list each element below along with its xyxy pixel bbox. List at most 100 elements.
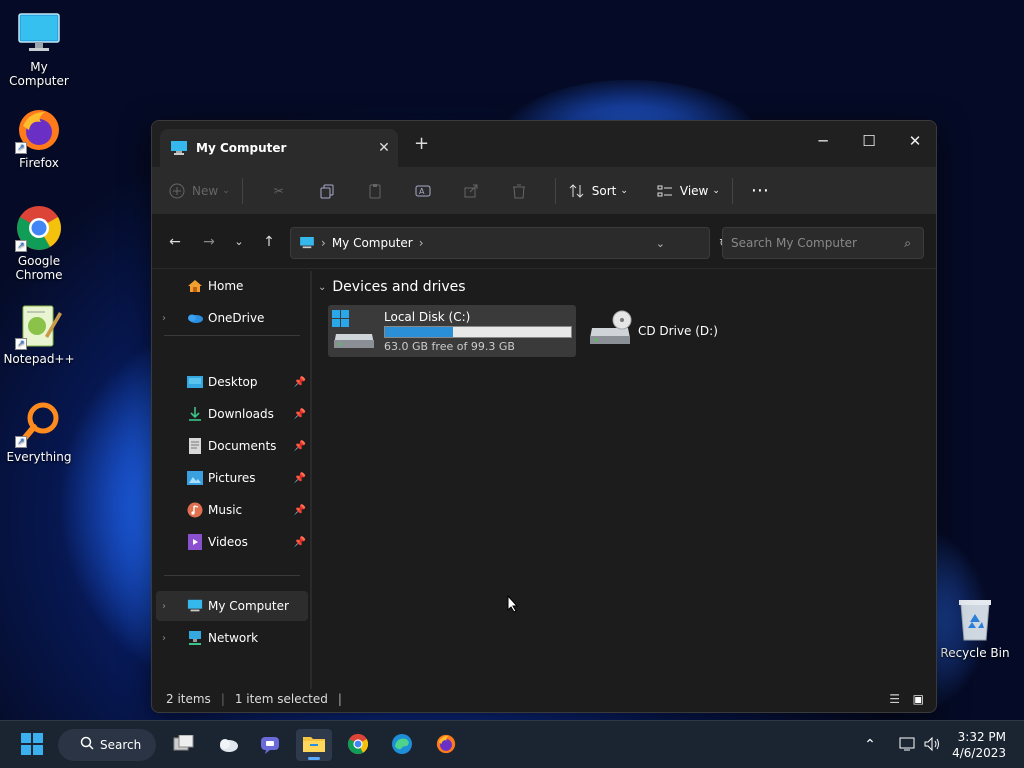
pin-icon[interactable]: 📌 — [294, 441, 306, 452]
search-box[interactable]: Search My Computer ⌕ — [722, 227, 924, 259]
drive-name: CD Drive (D:) — [638, 324, 718, 338]
details-view-icon[interactable]: ☰ — [889, 692, 900, 706]
taskbar-chrome[interactable] — [340, 729, 376, 761]
nav-item-pictures[interactable]: Pictures 📌 — [152, 463, 310, 493]
widgets-button[interactable] — [210, 729, 246, 761]
group-title: Devices and drives — [332, 279, 466, 295]
start-button[interactable] — [14, 729, 50, 761]
close-tab-icon[interactable]: ✕ — [370, 140, 398, 156]
more-options-button[interactable]: ⋯ — [745, 175, 775, 207]
arrow-right-icon: → — [203, 233, 215, 250]
pin-icon[interactable]: 📌 — [294, 409, 306, 420]
task-view-button[interactable] — [166, 729, 202, 761]
desktop-icon-my-computer[interactable]: My Computer — [1, 10, 77, 88]
rename-icon: A — [414, 182, 432, 200]
sort-label: Sort — [591, 183, 617, 198]
address-bar[interactable]: › My Computer › ⌄ ↻ — [290, 227, 729, 259]
desktop-icon-recycle-bin[interactable]: Recycle Bin — [937, 596, 1013, 660]
edge-icon — [391, 733, 413, 758]
desktop-icon-firefox[interactable]: ↗ Firefox — [1, 106, 77, 170]
nav-item-desktop[interactable]: Desktop 📌 — [152, 367, 310, 397]
taskbar-file-explorer[interactable] — [296, 729, 332, 761]
nav-item-music[interactable]: Music 📌 — [152, 495, 310, 525]
pin-icon[interactable]: 📌 — [294, 505, 306, 516]
recent-locations-button[interactable]: ⌄ — [224, 227, 254, 257]
group-header[interactable]: ⌄ Devices and drives — [318, 279, 466, 295]
breadcrumb-chevron-icon: › — [321, 236, 326, 250]
monitor-icon — [15, 10, 63, 58]
network-icon — [186, 630, 204, 646]
nav-label: Network — [208, 631, 259, 645]
firefox-icon: ↗ — [15, 106, 63, 154]
volume-button[interactable] — [920, 729, 944, 761]
desktop-icon-notepadpp[interactable]: ↗ Notepad++ — [1, 302, 77, 366]
new-label: New — [192, 183, 219, 198]
pin-icon[interactable]: 📌 — [294, 377, 306, 388]
item-count: 2 items — [166, 692, 211, 706]
up-button[interactable]: ↑ — [254, 227, 284, 257]
desktop-icon-label: Firefox — [19, 156, 59, 170]
share-icon — [462, 182, 480, 200]
chevron-right-icon[interactable]: › — [162, 601, 178, 612]
drive-item-d[interactable]: CD Drive (D:) — [586, 305, 746, 357]
show-hidden-icons-button[interactable]: ⌃ — [858, 729, 882, 761]
address-history-chevron-icon[interactable]: ⌄ — [656, 237, 665, 250]
nav-item-downloads[interactable]: Downloads 📌 — [152, 399, 310, 429]
system-clock[interactable]: 3:32 PM 4/6/2023 — [952, 729, 1006, 761]
new-button[interactable]: New ⌄ — [168, 175, 230, 207]
taskbar-firefox[interactable] — [428, 729, 464, 761]
file-explorer-window: My Computer ✕ + ─ ☐ ✕ New ⌄ ✂ A Sort ⌄ V… — [151, 120, 937, 713]
status-bar: 2 items | 1 item selected | ☰ ▣ — [152, 686, 936, 712]
chevron-right-icon[interactable]: › — [162, 633, 178, 644]
maximize-button[interactable]: ☐ — [846, 127, 892, 155]
view-icon — [656, 182, 674, 200]
status-divider: | — [337, 692, 342, 706]
chevron-down-icon: ⌄ — [620, 185, 628, 196]
shortcut-arrow-icon: ↗ — [15, 240, 27, 252]
sort-button[interactable]: Sort ⌄ — [568, 175, 628, 207]
chevron-right-icon[interactable]: › — [162, 313, 178, 324]
desktop-icon-everything[interactable]: ↗ Everything — [1, 400, 77, 464]
nav-item-my-computer[interactable]: › My Computer — [156, 591, 308, 621]
copy-button[interactable] — [303, 175, 351, 207]
network-status-button[interactable] — [896, 729, 920, 761]
nav-item-videos[interactable]: Videos 📌 — [152, 527, 310, 557]
view-button[interactable]: View ⌄ — [656, 175, 720, 207]
drive-item-c[interactable]: Local Disk (C:) 63.0 GB free of 99.3 GB — [328, 305, 576, 357]
forward-button[interactable]: → — [194, 227, 224, 257]
taskbar-edge[interactable] — [384, 729, 420, 761]
paste-button[interactable] — [351, 175, 399, 207]
taskbar-search[interactable]: Search — [58, 729, 156, 761]
toolbar-divider — [241, 177, 243, 204]
teams-chat-button[interactable] — [252, 729, 288, 761]
rename-button[interactable]: A — [399, 175, 447, 207]
nav-item-network[interactable]: › Network — [152, 623, 310, 653]
search-input[interactable]: Search My Computer — [731, 236, 857, 250]
pin-icon[interactable]: 📌 — [294, 537, 306, 548]
sort-icon — [568, 182, 586, 200]
breadcrumb-item[interactable]: My Computer — [332, 236, 413, 250]
nav-label: Music — [208, 503, 243, 517]
folder-icon — [302, 734, 326, 757]
more-icon: ⋯ — [750, 180, 769, 201]
back-button[interactable]: ← — [160, 227, 190, 257]
plus-circle-icon — [168, 182, 186, 200]
mouse-cursor-icon — [507, 594, 519, 616]
pin-icon[interactable]: 📌 — [294, 473, 306, 484]
new-tab-button[interactable]: + — [414, 133, 429, 154]
nav-item-home[interactable]: Home — [152, 271, 310, 301]
breadcrumb-chevron-icon: › — [418, 236, 424, 250]
tab-my-computer[interactable]: My Computer ✕ — [160, 129, 398, 167]
title-bar: My Computer ✕ + ─ ☐ ✕ — [152, 121, 936, 167]
close-window-button[interactable]: ✕ — [892, 127, 936, 155]
nav-item-documents[interactable]: Documents 📌 — [152, 431, 310, 461]
nav-item-onedrive[interactable]: › OneDrive — [152, 303, 310, 333]
share-button[interactable] — [447, 175, 495, 207]
minimize-button[interactable]: ─ — [800, 127, 846, 155]
shortcut-arrow-icon: ↗ — [15, 142, 27, 154]
large-icons-view-icon[interactable]: ▣ — [913, 692, 924, 706]
desktop-icon-chrome[interactable]: ↗ Google Chrome — [1, 204, 77, 282]
delete-button[interactable] — [495, 175, 543, 207]
search-icon[interactable]: ⌕ — [904, 236, 911, 251]
cut-button[interactable]: ✂ — [255, 175, 303, 207]
